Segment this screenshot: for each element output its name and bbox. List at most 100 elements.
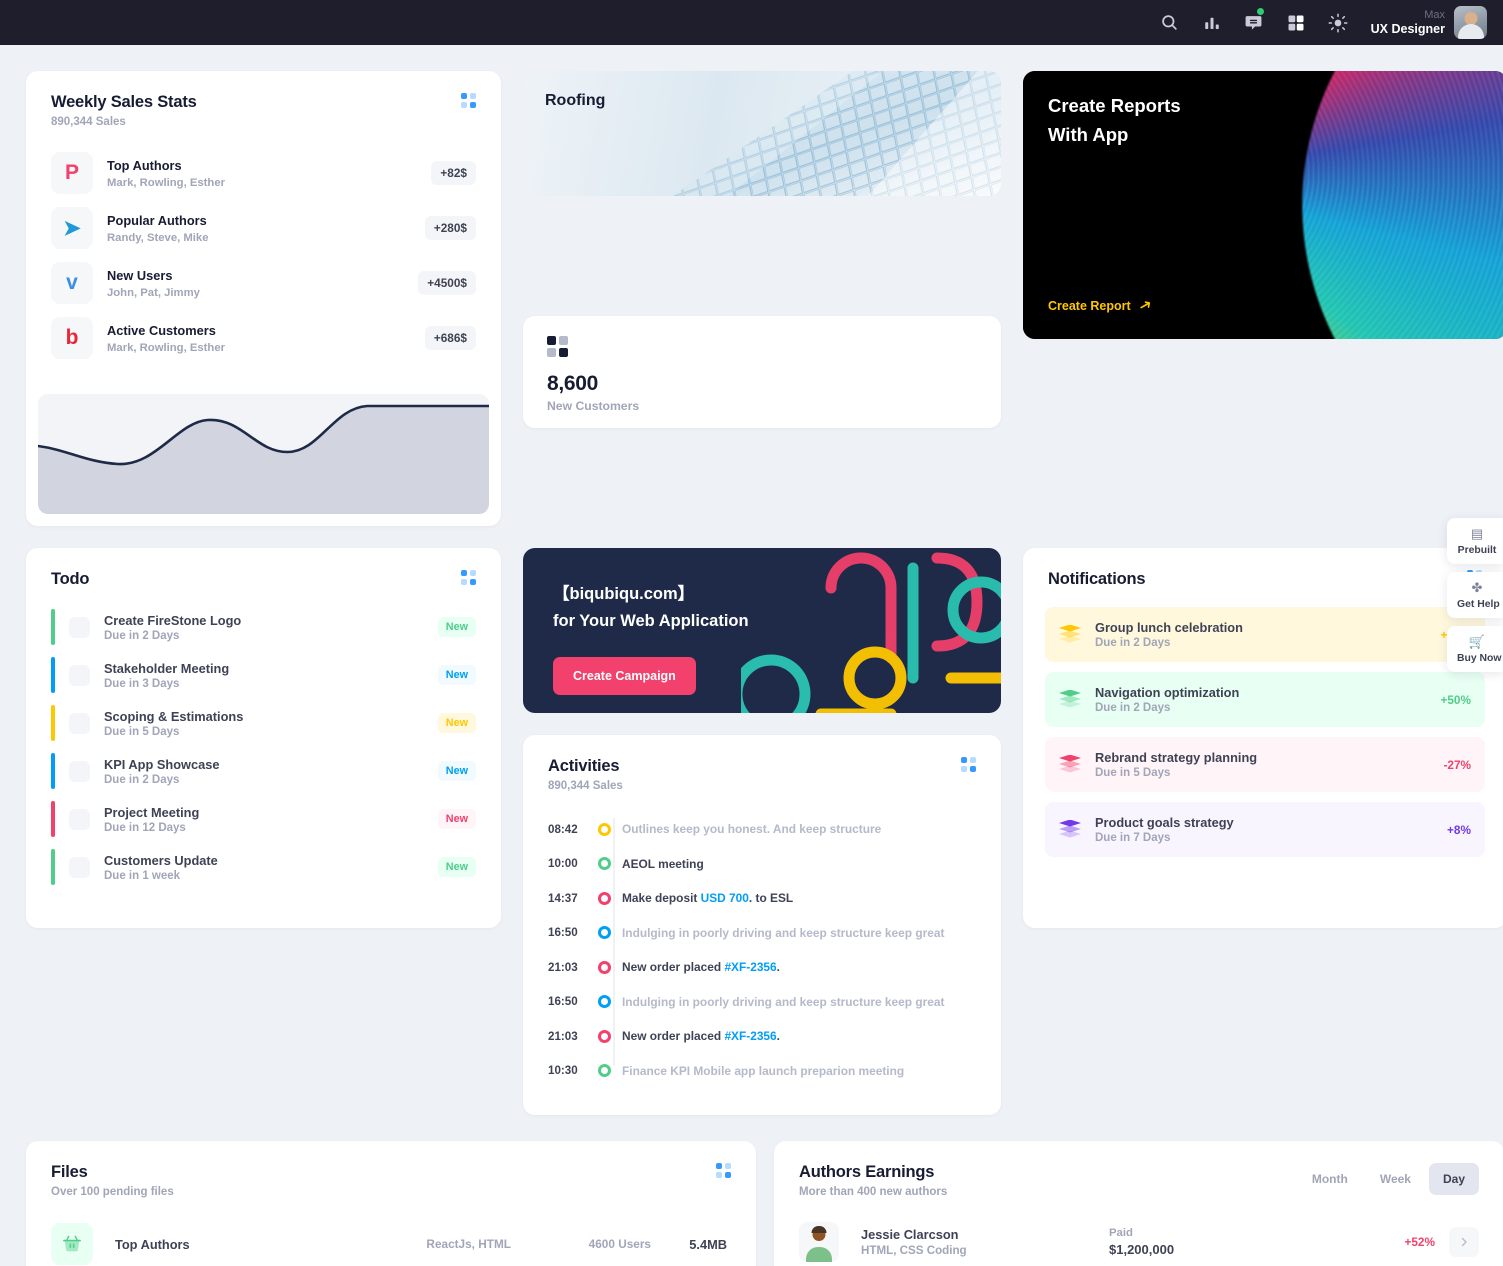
activity-row[interactable]: 14:37 Make deposit USD 700. to ESL (548, 881, 976, 916)
activity-status-dot (598, 995, 611, 1009)
dock-button-prebuilt[interactable]: ▤ Prebuilt (1447, 518, 1503, 564)
activity-row[interactable]: 21:03 New order placed #XF-2356. (548, 950, 976, 985)
todo-item[interactable]: KPI App Showcase Due in 2 Days New (51, 753, 476, 789)
notification-item[interactable]: Navigation optimization Due in 2 Days +5… (1045, 672, 1485, 727)
notification-due: Due in 7 Days (1095, 832, 1171, 844)
range-option-day[interactable]: Day (1428, 1163, 1479, 1195)
file-name: Top Authors (115, 1236, 190, 1252)
todo-item[interactable]: Create FireStone Logo Due in 2 Days New (51, 609, 476, 645)
activity-link[interactable]: #XF-2356 (724, 960, 776, 974)
user-role: UX Designer (1370, 21, 1445, 36)
chevron-right-icon[interactable] (1449, 1227, 1479, 1257)
sales-stat-meta: Active Customers Mark, Rowling, Esther (107, 322, 411, 353)
sales-stat-row[interactable]: b Active Customers Mark, Rowling, Esther… (51, 317, 476, 359)
todo-color-bar (51, 657, 55, 693)
new-customers-card: 8,600 New Customers (523, 316, 1001, 428)
create-report-link[interactable]: Create Report (1048, 299, 1152, 313)
dock-button-get help[interactable]: ✤ Get Help (1447, 572, 1503, 618)
dock-button-buy now[interactable]: 🛒 Buy Now (1447, 626, 1503, 672)
search-icon[interactable] (1159, 12, 1181, 34)
todo-title: Todo (51, 570, 90, 588)
activity-row[interactable]: 16:50 Indulging in poorly driving and ke… (548, 985, 976, 1020)
brightness-icon[interactable] (1327, 12, 1349, 34)
todo-item[interactable]: Project Meeting Due in 12 Days New (51, 801, 476, 837)
activity-link[interactable]: #XF-2356 (724, 1029, 776, 1043)
sales-stat-name: Active Customers (107, 323, 216, 339)
todo-card: Todo Create FireStone Logo Due in 2 Days… (26, 548, 501, 928)
todo-checkbox[interactable] (69, 664, 90, 686)
table-row[interactable]: Top Authors ReactJs, HTML 4600 Users 5.4… (26, 1216, 756, 1266)
todo-meta: Scoping & Estimations Due in 5 Days (104, 709, 424, 738)
todo-checkbox[interactable] (69, 760, 90, 782)
chat-icon[interactable] (1243, 7, 1265, 34)
layers-icon (1059, 819, 1081, 840)
todo-checkbox[interactable] (69, 712, 90, 734)
bebo-logo-icon: b (51, 317, 93, 359)
activity-text: New order placed #XF-2356. (622, 960, 780, 975)
status-badge: New (437, 617, 476, 637)
sales-stat-row[interactable]: ➤ Popular Authors Randy, Steve, Mike +28… (51, 207, 476, 249)
todo-due: Due in 2 Days (104, 773, 180, 786)
todo-item[interactable]: Stakeholder Meeting Due in 3 Days New (51, 657, 476, 693)
notification-meta: Navigation optimization Due in 2 Days (1095, 685, 1426, 714)
range-option-month[interactable]: Month (1298, 1163, 1362, 1195)
earnings-range-toggle[interactable]: Month Week Day (1298, 1163, 1479, 1195)
new-customers-value: 8,600 (547, 372, 599, 395)
todo-color-bar (51, 609, 55, 645)
status-badge: New (437, 761, 476, 781)
activities-timeline: 08:42 Outlines keep you honest. And keep… (523, 792, 1001, 1088)
card-menu-grid-icon[interactable] (961, 757, 976, 772)
create-campaign-button[interactable]: Create Campaign (553, 657, 696, 695)
activity-status-dot (598, 857, 611, 871)
card-menu-grid-icon[interactable] (716, 1163, 731, 1178)
todo-name: Stakeholder Meeting (104, 660, 230, 676)
notifications-list: Group lunch celebration Due in 2 Days +2… (1023, 589, 1503, 857)
sales-stat-people: Mark, Rowling, Esther (107, 341, 226, 354)
todo-item[interactable]: Customers Update Due in 1 week New (51, 849, 476, 885)
todo-due: Due in 2 Days (104, 629, 180, 642)
range-option-week[interactable]: Week (1366, 1163, 1425, 1195)
earnings-subtitle: More than 400 new authors (799, 1186, 948, 1198)
bar-chart-icon[interactable] (1201, 12, 1223, 34)
avatar[interactable] (1454, 6, 1487, 39)
todo-color-bar (51, 849, 55, 885)
layout-icon: ▤ (1470, 526, 1484, 541)
todo-color-bar (51, 705, 55, 741)
notification-item[interactable]: Rebrand strategy planning Due in 5 Days … (1045, 737, 1485, 792)
plurk-logo-icon: P (51, 152, 93, 194)
bottom-row: Files Over 100 pending files Top Authors… (0, 1141, 1503, 1266)
notification-item[interactable]: Group lunch celebration Due in 2 Days +2… (1045, 607, 1485, 662)
dock-label: Get Help (1457, 599, 1500, 610)
files-header: Files Over 100 pending files (26, 1141, 756, 1198)
sales-stat-people: John, Pat, Jimmy (107, 286, 200, 299)
user-menu[interactable]: Max UX Designer (1371, 6, 1487, 39)
activity-row[interactable]: 10:00 AEOL meeting (548, 847, 976, 882)
activity-text: Finance KPI Mobile app launch preparion … (622, 1063, 905, 1078)
sales-stat-value: +280$ (424, 216, 476, 240)
activity-row[interactable]: 10:30 Finance KPI Mobile app launch prep… (548, 1054, 976, 1089)
roofing-card[interactable]: Roofing (523, 71, 1001, 196)
apps-grid-icon[interactable] (1285, 12, 1307, 34)
activity-link[interactable]: USD 700 (701, 891, 749, 905)
activity-row[interactable]: 21:03 New order placed #XF-2356. (548, 1019, 976, 1054)
create-reports-card[interactable]: Create Reports With App Create Report (1023, 71, 1503, 339)
file-size: 5.4MB (689, 1236, 727, 1252)
todo-name: Scoping & Estimations (104, 708, 244, 724)
sales-stat-row[interactable]: P Top Authors Mark, Rowling, Esther +82$ (51, 152, 476, 194)
activity-row[interactable]: 08:42 Outlines keep you honest. And keep… (548, 812, 976, 847)
todo-due: Due in 1 week (104, 869, 181, 882)
notification-due: Due in 2 Days (1095, 637, 1171, 649)
activity-row[interactable]: 16:50 Indulging in poorly driving and ke… (548, 916, 976, 951)
activity-time: 16:50 (548, 995, 578, 1009)
card-menu-grid-icon[interactable] (461, 93, 476, 108)
sales-stat-list: P Top Authors Mark, Rowling, Esther +82$… (26, 128, 501, 372)
todo-checkbox[interactable] (69, 616, 90, 638)
todo-checkbox[interactable] (69, 808, 90, 830)
notification-item[interactable]: Product goals strategy Due in 7 Days +8% (1045, 802, 1485, 857)
todo-item[interactable]: Scoping & Estimations Due in 5 Days New (51, 705, 476, 741)
sales-stat-row[interactable]: v New Users John, Pat, Jimmy +4500$ (51, 262, 476, 304)
card-menu-grid-icon[interactable] (461, 570, 476, 585)
todo-checkbox[interactable] (69, 856, 90, 878)
author-row[interactable]: Jessie Clarcson HTML, CSS Coding Paid $1… (774, 1212, 1503, 1266)
sales-stat-name: Popular Authors (107, 213, 207, 229)
